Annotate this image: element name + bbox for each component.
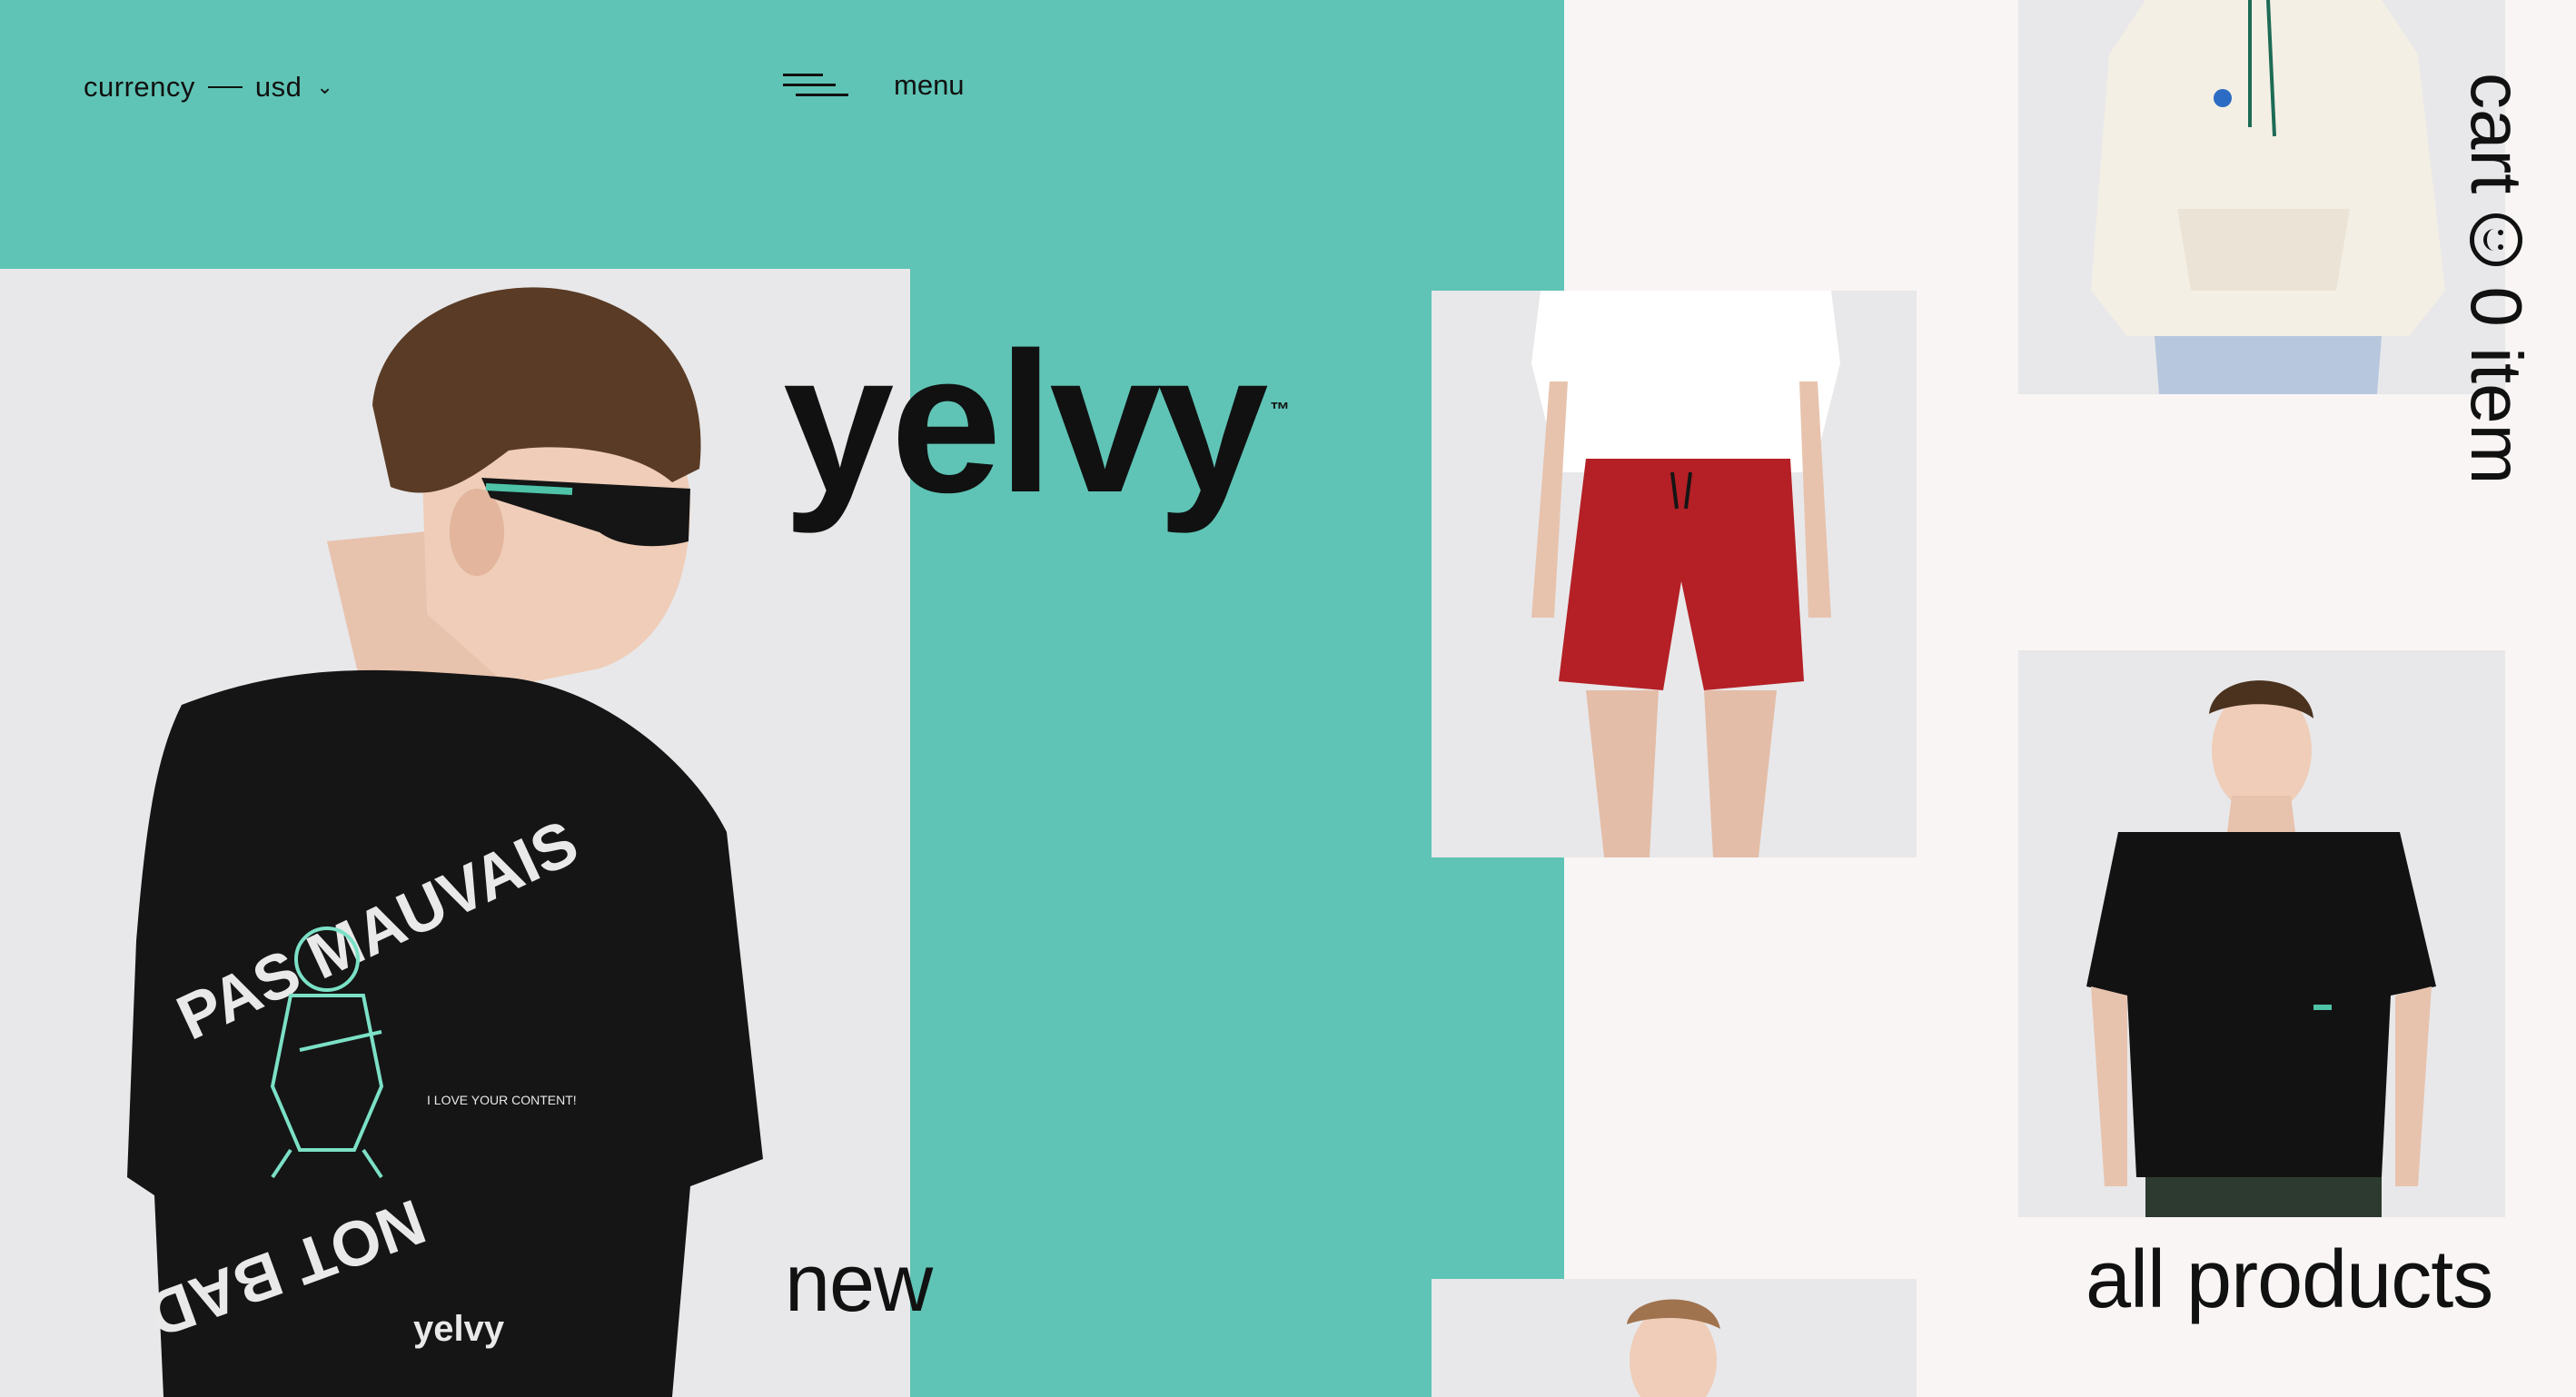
menu-button[interactable]: menu: [783, 69, 965, 102]
accent-panel-lower: [910, 1279, 1432, 1397]
product-tile-partial[interactable]: [1432, 1279, 1917, 1397]
shirt-logo: yelvy: [413, 1309, 505, 1349]
trademark-symbol: ™: [1270, 398, 1290, 421]
menu-label: menu: [894, 69, 965, 101]
product-tile-shorts[interactable]: [1432, 291, 1917, 857]
smiley-icon: [2470, 213, 2522, 267]
currency-label: currency: [84, 71, 195, 103]
chevron-down-icon: ⌄: [316, 75, 334, 98]
product-image: [2091, 0, 2445, 394]
cart-count: 0 item: [2456, 286, 2537, 485]
product-image: [2086, 680, 2436, 1217]
currency-dash: [207, 86, 243, 88]
cart-label: cart: [2456, 73, 2537, 194]
cart-button[interactable]: cart 0 item: [2454, 73, 2538, 484]
hero-photo: PAS MAUVAIS NOT BAD I LOVE YOUR CONTENT!…: [127, 287, 763, 1397]
product-image: [1627, 1299, 1720, 1397]
hero-image[interactable]: PAS MAUVAIS NOT BAD I LOVE YOUR CONTENT!…: [0, 269, 910, 1397]
shirt-print-side: I LOVE YOUR CONTENT!: [427, 1093, 577, 1107]
currency-selector[interactable]: currency usd ⌄: [84, 71, 333, 104]
brand-logo[interactable]: yelvy: [783, 322, 1269, 522]
currency-value: usd: [254, 71, 302, 103]
header-panel: [0, 0, 1564, 269]
product-tile-tshirt[interactable]: [2018, 650, 2505, 1217]
new-link[interactable]: new: [785, 1237, 933, 1331]
menu-icon: [783, 70, 848, 101]
all-products-link[interactable]: all products: [2086, 1234, 2493, 1327]
product-image: [1531, 291, 1840, 857]
product-tile-hoodie[interactable]: [2018, 0, 2505, 394]
